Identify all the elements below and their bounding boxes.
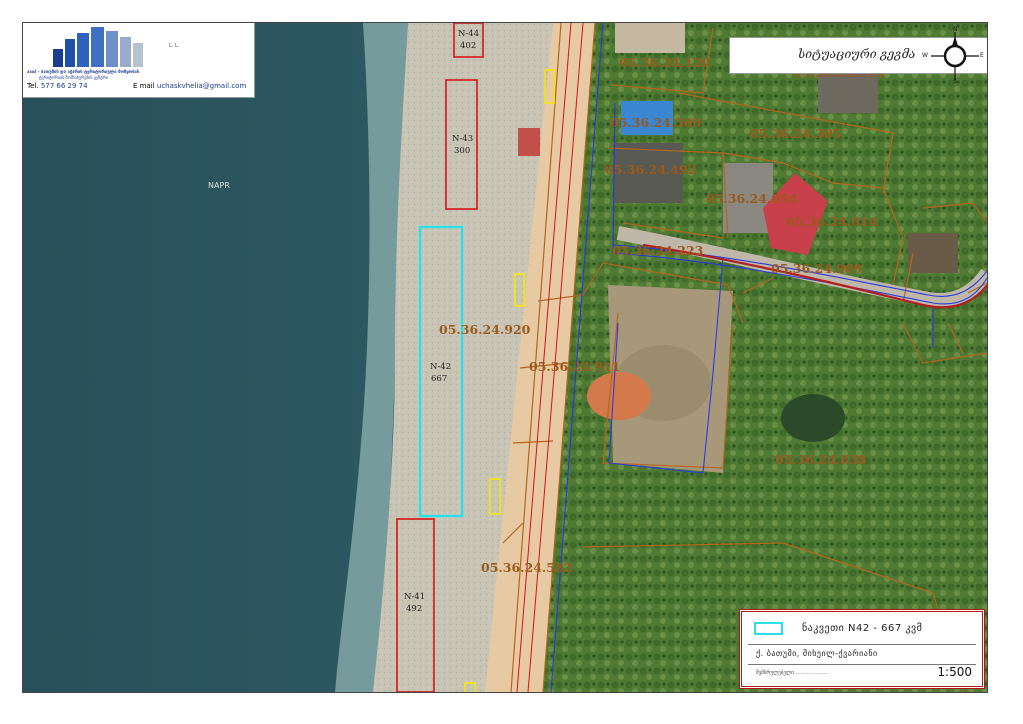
plot-n43-name: N-43	[452, 134, 473, 144]
sea-label: NAPR	[208, 181, 230, 190]
map-title: სიტუაციური გეგმა	[798, 47, 916, 61]
parcel-label-920[interactable]: 05.36.24.920	[439, 322, 531, 337]
plot-n44-name: N-44	[458, 29, 479, 39]
phone-label: Tel.	[27, 82, 39, 90]
email-value[interactable]: uchaskvhelia@gmail.com	[157, 82, 246, 90]
plot-n43-area: 300	[454, 146, 470, 156]
parcel-label-509[interactable]: 05.36.24.509	[610, 115, 701, 130]
parcel-label-582[interactable]: 05.36.24.582	[481, 560, 572, 575]
company-logo	[53, 27, 143, 67]
map-canvas[interactable]: NAPR N-44 402 N-43 300 N-42 667 N-41 492…	[23, 23, 987, 692]
legend-swatch-cyan	[754, 622, 783, 635]
kiosk-roof	[518, 128, 540, 156]
parcel-label-911[interactable]: 05.36.24.911	[529, 359, 620, 374]
plot-n41-area: 492	[406, 604, 422, 614]
company-name: ააიპ - ბათუმის და აჭარის ტერიტორიული მოწ…	[27, 69, 140, 74]
legend-item-text: ნაკვეთი N42 - 667 კვმ	[802, 623, 923, 634]
parcel-label-223[interactable]: 05.36.24.223	[612, 243, 703, 258]
legend-region: ქ. ბათუმი, მიხეილ-ქვარიანი	[756, 649, 878, 658]
compass-w: W	[922, 52, 928, 59]
company-phone: Tel. 577 66 29 74	[27, 82, 88, 90]
phone-value: 577 66 29 74	[40, 82, 88, 90]
plot-n42-name: N-42	[430, 362, 451, 372]
compass-s: S	[953, 78, 957, 85]
parcel-label-492[interactable]: 05.36.24.492	[605, 162, 696, 177]
compass-e: E	[980, 52, 984, 59]
compass-icon	[931, 32, 979, 80]
email-label: E mail	[133, 82, 155, 90]
parcel-label-120[interactable]: 05.36.24.120	[619, 55, 711, 70]
legend-divider	[748, 644, 976, 645]
building-dark-2	[908, 233, 958, 273]
plot-n44-area: 402	[460, 41, 476, 51]
logo-mini-text: L. L.	[169, 43, 180, 49]
legend-panel: ნაკვეთი N42 - 667 კვმ ქ. ბათუმი, მიხეილ-…	[739, 609, 985, 689]
parcel-label-054[interactable]: 05.36.24.054	[706, 191, 798, 206]
company-subtitle: ტერიტორიის მომსახურების ცენტრი	[39, 75, 108, 80]
legend-executor: შემსრულებელი .....................	[756, 670, 829, 676]
title-panel: სიტუაციური გეგმა N S W E	[729, 26, 987, 85]
parcel-label-014[interactable]: 05.36.24.014	[786, 214, 878, 229]
compass-rose: N S W E	[922, 26, 984, 90]
pavilion-roof	[587, 372, 651, 420]
plot-n42-area: 667	[431, 374, 447, 384]
compass-n: N	[953, 26, 958, 33]
company-email: E mail uchaskvhelia@gmail.com	[133, 82, 246, 90]
plot-n41-name: N-41	[404, 592, 425, 602]
parcel-label-838[interactable]: 05.36.24.838	[775, 452, 867, 467]
map-scale: 1:500	[937, 665, 972, 679]
company-logo-panel: L. L. ააიპ - ბათუმის და აჭარის ტერიტორიუ…	[23, 23, 255, 98]
parcel-label-909[interactable]: 05.36.24.909	[771, 261, 862, 276]
pond	[781, 394, 845, 442]
map-frame: NAPR N-44 402 N-43 300 N-42 667 N-41 492…	[22, 22, 988, 693]
building-top-left	[615, 23, 685, 53]
parcel-label-305[interactable]: 05.36.24.305	[750, 126, 841, 141]
